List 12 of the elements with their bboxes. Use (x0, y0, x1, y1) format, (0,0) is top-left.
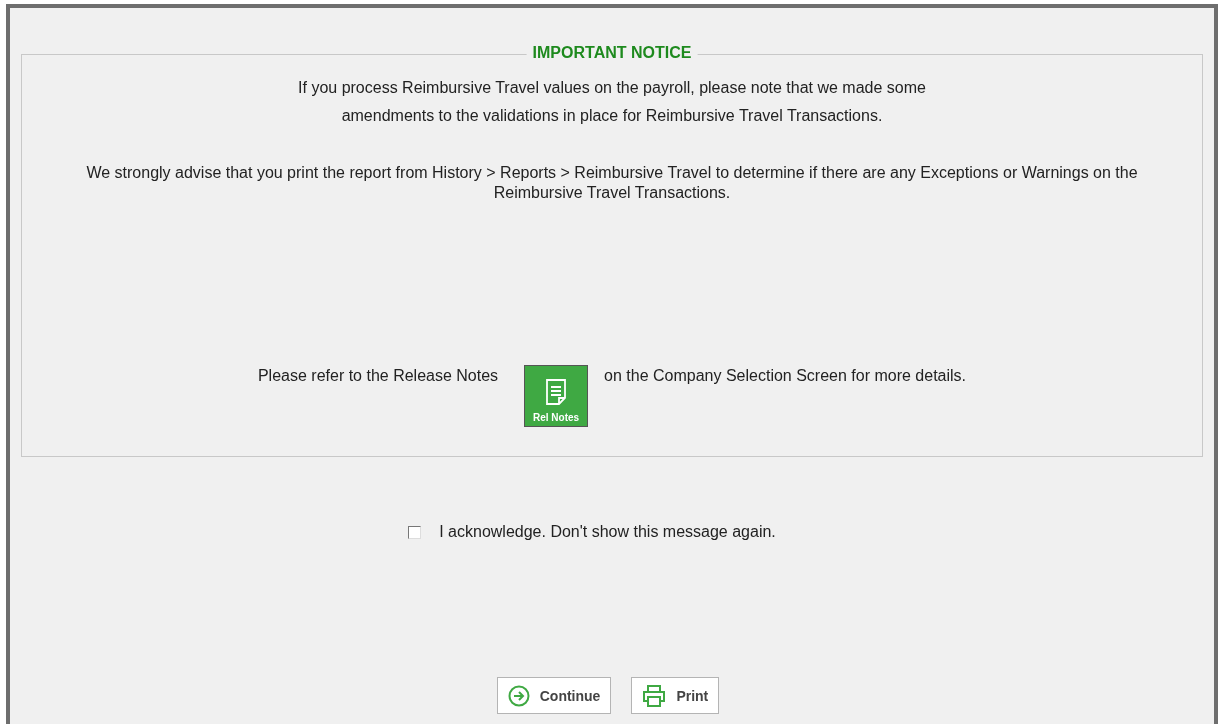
printer-icon (642, 684, 667, 707)
acknowledge-checkbox[interactable] (408, 525, 422, 539)
document-icon (545, 378, 568, 406)
refer-text: Please refer to the Release Notes (257, 367, 499, 385)
continue-button[interactable]: Continue (496, 677, 612, 714)
acknowledge-label: I acknowledge. Don't show this message again. (439, 523, 776, 541)
advice-text: We strongly advise that you print the report from History > Reports > Reimbursive Travel to determine if there are any Exceptions or Warnings on the Reimbursive Travel Transactions. (85, 163, 1139, 203)
refer-text: on the Company Selection Screen for more details. (604, 367, 967, 385)
print-button[interactable]: Print (631, 677, 720, 714)
notice-text: amendments to the validations in place for Reimbursive Travel Transactions. (341, 107, 883, 125)
arrow-circle-icon (507, 684, 530, 707)
notice-text: If you process Reimbursive Travel values on the payroll, please note that we made some (298, 79, 926, 97)
